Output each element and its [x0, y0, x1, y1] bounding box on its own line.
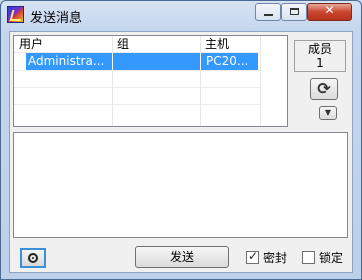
cell-user: Administra...: [28, 54, 105, 68]
maximize-icon: [290, 8, 299, 15]
column-header-user[interactable]: 用户: [14, 36, 112, 52]
camera-icon: [28, 253, 38, 263]
lock-label: 锁定: [319, 251, 344, 265]
close-button[interactable]: ✕: [307, 3, 352, 21]
send-button[interactable]: 发送: [135, 246, 229, 268]
cell-group: [114, 53, 200, 70]
minimize-icon: [264, 14, 273, 16]
message-input[interactable]: [13, 132, 348, 238]
members-count-box: 成员 1: [294, 40, 346, 72]
members-label: 成员: [307, 42, 332, 56]
cell-separator: [200, 53, 201, 70]
minimize-button[interactable]: [255, 3, 281, 21]
refresh-icon: ⟳: [317, 79, 331, 98]
lock-checkbox[interactable]: 锁定: [302, 250, 348, 266]
user-list[interactable]: 用户 组 主机 Administra... PC20...: [13, 35, 288, 127]
cell-host: PC20...: [206, 54, 249, 68]
dropdown-arrow-icon: ▼: [324, 108, 332, 117]
cell-separator: [112, 53, 113, 70]
title-bar[interactable]: 发送消息 ✕: [1, 1, 361, 29]
close-icon: ✕: [324, 3, 335, 17]
encrypt-label: 密封: [263, 251, 288, 265]
client-area: 用户 组 主机 Administra... PC20... 成员 1 ⟳ ▼ 发…: [9, 31, 353, 273]
encrypt-checkbox[interactable]: ✓ 密封: [246, 249, 292, 266]
column-divider: [112, 36, 113, 126]
members-count: 1: [316, 56, 324, 70]
lock-checkbox-box[interactable]: [302, 251, 315, 264]
row-divider: [14, 104, 260, 105]
encrypt-checkbox-box[interactable]: ✓: [246, 249, 259, 264]
app-icon: [7, 6, 24, 23]
row-divider: [14, 70, 260, 71]
send-message-window: 发送消息 ✕ 用户 组 主机 Administra... PC20... 成员 …: [0, 0, 362, 280]
checkmark-icon: ✓: [248, 249, 259, 263]
screenshot-button[interactable]: [20, 248, 46, 268]
row-divider: [14, 87, 260, 88]
table-row[interactable]: Administra... PC20...: [26, 53, 258, 70]
column-header-host[interactable]: 主机: [200, 36, 260, 52]
refresh-button[interactable]: ⟳: [310, 78, 338, 100]
column-divider: [200, 36, 201, 126]
maximize-button[interactable]: [281, 3, 307, 21]
window-title: 发送消息: [30, 11, 83, 26]
dropdown-button[interactable]: ▼: [319, 106, 337, 120]
column-divider: [260, 36, 261, 126]
column-header-group[interactable]: 组: [112, 36, 200, 52]
